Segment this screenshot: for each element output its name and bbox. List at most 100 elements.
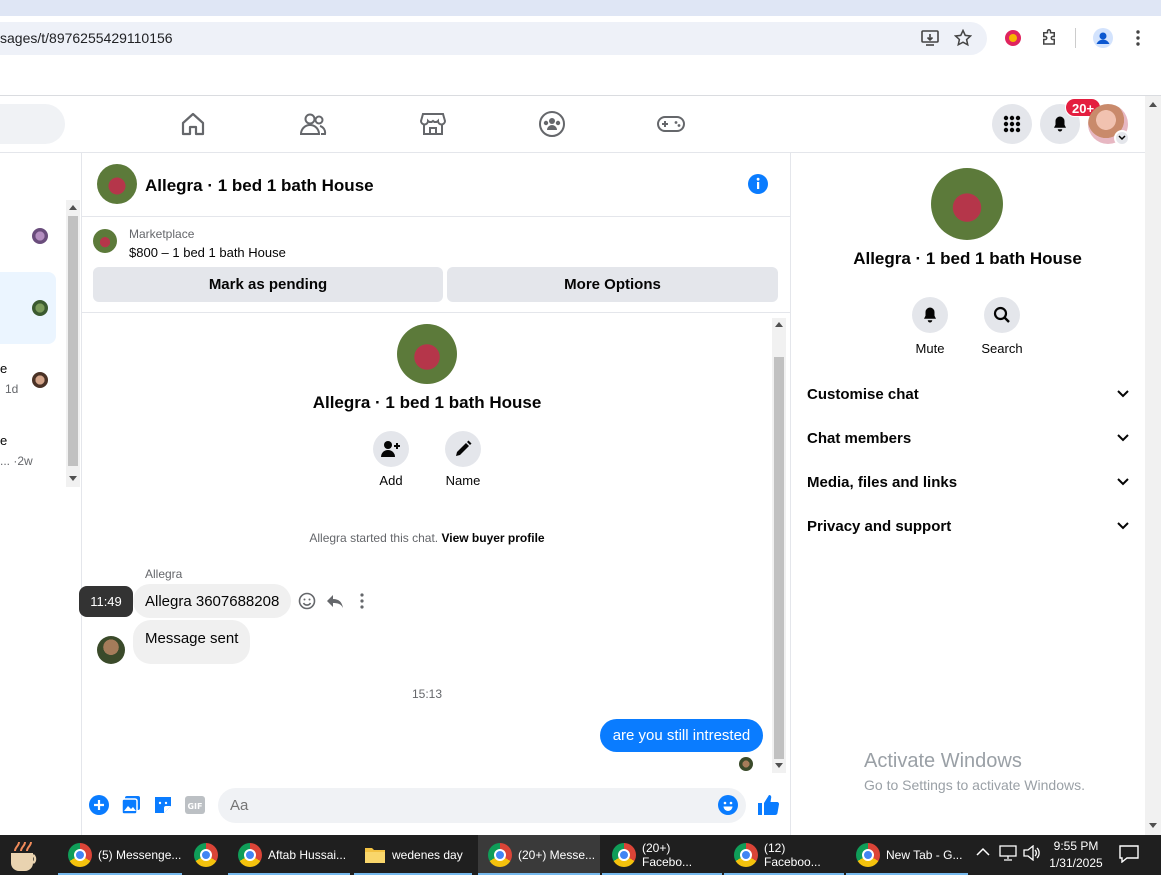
incoming-message-bubble[interactable]: Allegra 3607688208	[133, 584, 292, 618]
sender-name: Allegra	[145, 567, 183, 581]
view-buyer-profile-link[interactable]: View buyer profile	[441, 531, 544, 545]
url-text[interactable]: sages/t/8976255429110156	[0, 30, 173, 46]
chat-members-row[interactable]: Chat members	[807, 423, 1129, 453]
notification-center-icon[interactable]	[1119, 845, 1139, 863]
taskbar-item-new-tab[interactable]: New Tab - G...	[846, 835, 968, 875]
tray-chevron-up-icon[interactable]	[976, 847, 990, 857]
profile-icon[interactable]	[1093, 28, 1113, 48]
reply-icon[interactable]	[325, 591, 345, 611]
mute-label: Mute	[915, 341, 945, 356]
add-people-button[interactable]: Add	[361, 431, 421, 488]
clock-date[interactable]: 1/31/2025	[1046, 856, 1106, 870]
chat-list-item-name[interactable]: e	[0, 361, 7, 376]
browser-tab-strip	[0, 0, 1161, 16]
chevron-down-icon	[1117, 390, 1129, 398]
add-person-icon[interactable]	[373, 431, 409, 467]
taskbar-item-messenger-active[interactable]: (20+) Messe...	[478, 835, 600, 875]
chrome-icon	[488, 843, 512, 867]
scroll-up-arrow-icon[interactable]	[68, 203, 78, 211]
message-divider-time: 15:13	[411, 687, 443, 701]
chat-scrollbar-thumb[interactable]	[774, 357, 784, 759]
name-label: Name	[445, 473, 481, 488]
privacy-support-row[interactable]: Privacy and support	[807, 511, 1129, 541]
volume-icon[interactable]	[1023, 845, 1041, 861]
taskbar-item-profile[interactable]: Aftab Hussai...	[228, 835, 350, 875]
network-icon[interactable]	[999, 845, 1017, 861]
extension-record-icon[interactable]	[1003, 28, 1023, 48]
incoming-message-bubble[interactable]: Message sent	[133, 620, 251, 664]
taskbar-item-chrome[interactable]	[184, 835, 230, 875]
chat-list-avatar[interactable]	[32, 300, 48, 316]
bookmark-star-icon[interactable]	[953, 28, 973, 48]
media-files-links-row[interactable]: Media, files and links	[807, 467, 1129, 497]
chat-list-avatar[interactable]	[32, 228, 48, 244]
more-plus-icon[interactable]	[89, 795, 109, 815]
search-in-chat-button[interactable]: Search	[970, 297, 1034, 356]
taskbar-item-facebook[interactable]: (20+) Facebo...	[602, 835, 722, 875]
chat-list-scrollbar-thumb[interactable]	[68, 216, 78, 466]
scroll-up-arrow-icon[interactable]	[1148, 100, 1158, 108]
install-app-icon[interactable]	[920, 28, 940, 48]
folder-icon	[364, 845, 386, 865]
row-label: Privacy and support	[807, 517, 952, 535]
chat-list-item-time: 1d	[5, 382, 19, 396]
window-scrollbar[interactable]	[1145, 96, 1161, 835]
extensions-puzzle-icon[interactable]	[1039, 28, 1059, 48]
like-thumbs-up-icon[interactable]	[756, 793, 780, 817]
scroll-down-arrow-icon[interactable]	[1148, 822, 1158, 830]
add-label: Add	[379, 473, 403, 488]
scroll-down-arrow-icon[interactable]	[774, 762, 784, 770]
mark-as-pending-button[interactable]: Mark as pending	[93, 267, 443, 302]
marketplace-label: Marketplace	[129, 227, 195, 241]
conversation-avatar	[397, 324, 457, 384]
search-label: Search	[981, 341, 1023, 356]
clock-time[interactable]: 9:55 PM	[1050, 839, 1102, 853]
browser-menu-icon[interactable]	[1128, 28, 1148, 48]
groups-icon[interactable]	[532, 108, 572, 140]
sticker-icon[interactable]	[153, 795, 173, 815]
taskbar-item-messenger[interactable]: (5) Messenge...	[58, 835, 182, 875]
chat-avatar[interactable]	[97, 164, 137, 204]
listing-price-title[interactable]: $800 – 1 bed 1 bath House	[129, 245, 286, 260]
account-chevron-down-icon[interactable]	[1114, 130, 1130, 146]
gif-icon[interactable]: GIF	[185, 795, 205, 815]
customise-chat-row[interactable]: Customise chat	[807, 379, 1129, 409]
scroll-down-arrow-icon[interactable]	[68, 475, 78, 483]
chrome-icon	[856, 843, 880, 867]
info-icon[interactable]	[747, 173, 769, 195]
chrome-icon	[238, 843, 262, 867]
more-actions-icon[interactable]	[359, 593, 365, 609]
activate-windows-subtitle: Go to Settings to activate Windows.	[864, 777, 1085, 793]
menu-grid-icon[interactable]	[992, 104, 1032, 144]
taskbar-item-folder[interactable]: wedenes day	[354, 835, 472, 875]
outgoing-message-bubble[interactable]: are you still intrested	[600, 719, 763, 752]
row-label: Media, files and links	[807, 473, 958, 491]
sender-avatar[interactable]	[97, 636, 125, 664]
gaming-icon[interactable]	[651, 108, 691, 140]
more-options-button[interactable]: More Options	[447, 267, 778, 302]
react-emoji-icon[interactable]	[297, 591, 317, 611]
chat-title[interactable]: Allegra · 1 bed 1 bath House	[145, 176, 374, 196]
search-icon[interactable]	[984, 297, 1020, 333]
row-label: Customise chat	[807, 385, 919, 403]
toolbar-divider	[1075, 28, 1076, 48]
taskbar-item-facebook-2[interactable]: (12) Faceboo...	[724, 835, 844, 875]
home-icon[interactable]	[173, 108, 213, 140]
photo-gallery-icon[interactable]	[121, 795, 141, 815]
facebook-search-input[interactable]	[0, 104, 65, 144]
emoji-icon[interactable]	[718, 795, 738, 815]
row-label: Chat members	[807, 429, 912, 447]
start-button-icon[interactable]	[0, 835, 46, 875]
marketplace-icon[interactable]	[413, 108, 453, 140]
name-chat-button[interactable]: Name	[433, 431, 493, 488]
message-input[interactable]	[218, 788, 746, 823]
listing-thumbnail[interactable]	[93, 229, 117, 253]
info-panel-avatar	[931, 168, 1003, 240]
scroll-up-arrow-icon[interactable]	[774, 320, 784, 328]
friends-icon[interactable]	[293, 108, 333, 140]
chat-list-item-name[interactable]: e	[0, 433, 7, 448]
bell-icon[interactable]	[912, 297, 948, 333]
chat-list-avatar[interactable]	[32, 372, 48, 388]
mute-button[interactable]: Mute	[898, 297, 962, 356]
pencil-icon[interactable]	[445, 431, 481, 467]
